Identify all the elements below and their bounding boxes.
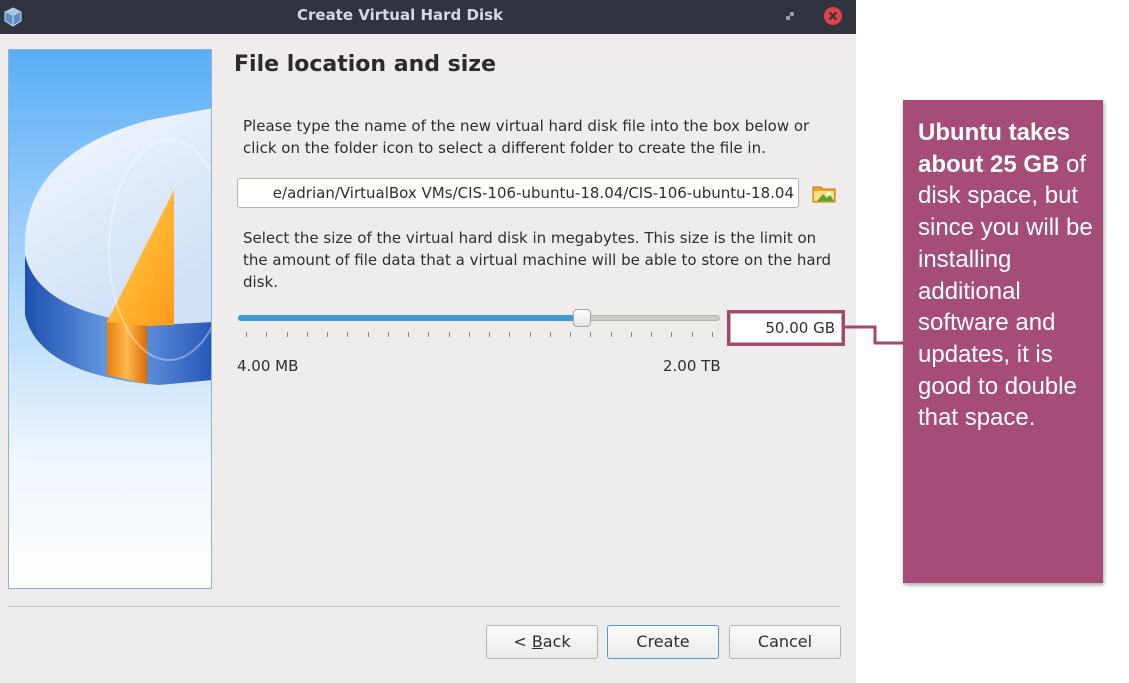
callout-text: of disk space, but since you will be ins… — [918, 150, 1093, 432]
callout-bold-text: Ubuntu takes about 25 GB — [918, 119, 1071, 178]
annotation-callout: Ubuntu takes about 25 GB of disk space, … — [903, 100, 1103, 583]
